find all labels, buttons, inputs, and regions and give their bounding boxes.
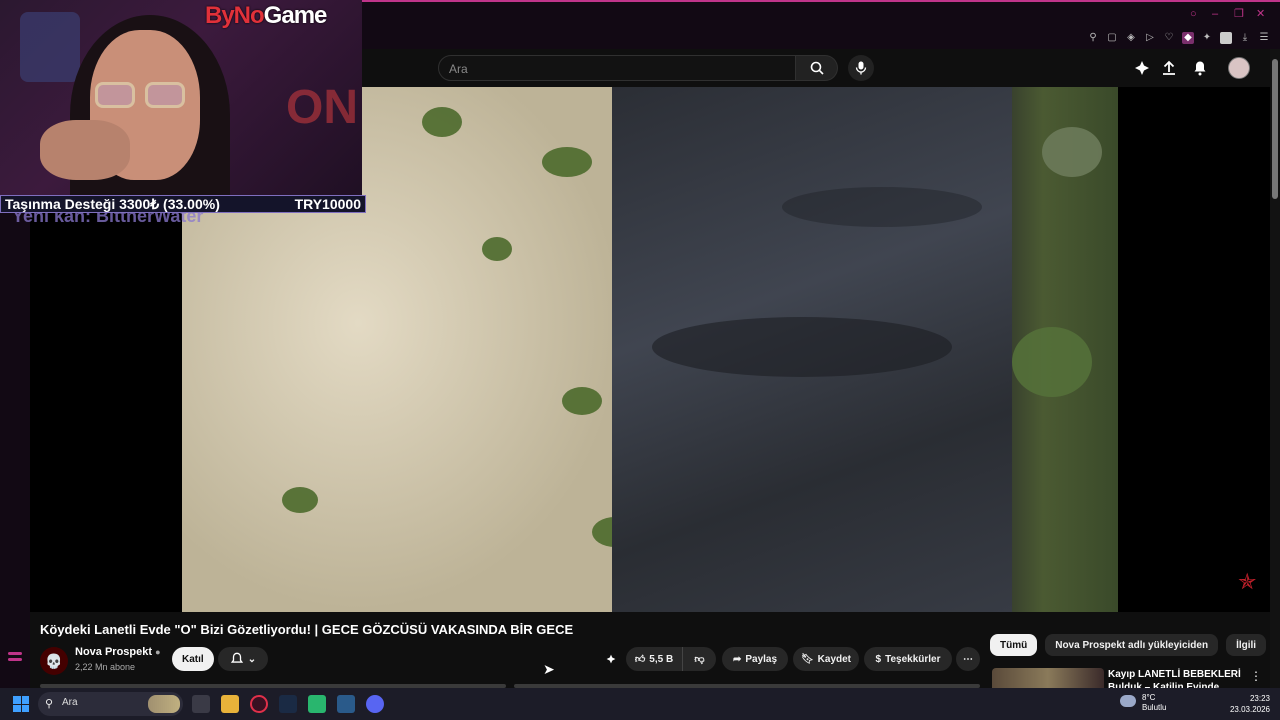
search-button[interactable] bbox=[796, 55, 838, 81]
close-icon[interactable]: ✕ bbox=[1256, 8, 1268, 20]
ask-ai-button[interactable] bbox=[596, 647, 626, 671]
chip-related[interactable]: İlgili bbox=[1226, 634, 1267, 656]
webcam-overlay: ON bbox=[0, 0, 362, 212]
sidebar-handle-icon[interactable] bbox=[8, 658, 22, 661]
search-tabs-icon[interactable]: ○ bbox=[1190, 8, 1202, 20]
system-clock[interactable]: 23:23 23.03.2026 bbox=[1222, 693, 1270, 715]
account-avatar[interactable] bbox=[1228, 57, 1250, 79]
share-icon: ➦ bbox=[732, 653, 742, 665]
taskbar-search[interactable]: ⚲ Ara bbox=[38, 692, 183, 716]
chip-all[interactable]: Tümü bbox=[990, 634, 1038, 656]
window-controls: ○ – ❐ ✕ bbox=[1190, 8, 1268, 20]
donation-bar: Taşınma Desteği 3300₺ (33.00%) TRY10000 bbox=[0, 195, 366, 213]
like-button[interactable]: 👍︎ 5,5 B bbox=[626, 647, 682, 671]
voice-search-button[interactable] bbox=[848, 55, 874, 81]
join-button[interactable]: Katıl bbox=[172, 647, 214, 671]
more-actions-button[interactable]: ⋯ bbox=[956, 647, 980, 671]
donation-text: Taşınma Desteği 3300₺ (33.00%) bbox=[5, 196, 220, 212]
android-app-icon[interactable] bbox=[308, 695, 326, 713]
cloud-icon bbox=[1120, 695, 1136, 707]
minimize-icon[interactable]: – bbox=[1212, 8, 1224, 20]
bell-icon bbox=[230, 652, 243, 663]
pin-icon[interactable]: ⚲ bbox=[1087, 32, 1099, 44]
save-button[interactable]: 🔖︎ Kaydet bbox=[793, 647, 859, 671]
profile-icon[interactable] bbox=[1220, 32, 1232, 44]
discord-icon[interactable] bbox=[366, 695, 384, 713]
pentagram-watermark-icon: ✯ bbox=[1238, 569, 1257, 594]
thanks-button[interactable]: $ Teşekkürler bbox=[864, 647, 952, 671]
bookmark-icon: 🔖︎ bbox=[800, 653, 814, 665]
mic-icon bbox=[855, 61, 867, 75]
windows-start-icon[interactable] bbox=[13, 696, 29, 712]
extensions-bar: ⚲ ▢ ◈ ▷ ♡ ◆ ✦ ⤓ ☰ bbox=[1087, 32, 1270, 44]
recommended-title[interactable]: Kayıp LANETLİ BEBEKLERİ Bulduk – Katilin… bbox=[1108, 668, 1248, 688]
shield-icon[interactable]: ◈ bbox=[1125, 32, 1137, 44]
player-icon[interactable]: ▷ bbox=[1144, 32, 1156, 44]
file-explorer-icon[interactable] bbox=[221, 695, 239, 713]
channel-avatar[interactable]: 💀 bbox=[40, 647, 68, 675]
stream-logo: ByNoGame bbox=[205, 2, 327, 29]
sparkle-icon bbox=[606, 654, 616, 664]
windows-taskbar: ⚲ Ara 8°C Bulutlu 23:23 23.03.2026 bbox=[0, 688, 1280, 720]
puzzle-icon[interactable]: ✦ bbox=[1201, 32, 1213, 44]
search-icon: ⚲ bbox=[45, 698, 54, 710]
steam-icon[interactable] bbox=[279, 695, 297, 713]
opera-gx-icon[interactable] bbox=[250, 695, 268, 713]
sidebar-handle-icon[interactable] bbox=[8, 652, 22, 655]
donation-goal: TRY10000 bbox=[294, 196, 361, 212]
thumbs-up-icon: 👍︎ bbox=[634, 654, 646, 665]
share-button[interactable]: ➦ Paylaş bbox=[722, 647, 788, 671]
dollar-icon: $ bbox=[875, 653, 882, 665]
channel-name[interactable]: Nova Prospekt ● bbox=[75, 646, 161, 658]
search-highlight-image bbox=[148, 695, 180, 713]
page-scrollbar[interactable] bbox=[1270, 49, 1280, 688]
sparkle-icon[interactable] bbox=[1133, 59, 1151, 77]
subscription-bell-button[interactable]: ⌄ bbox=[218, 647, 268, 671]
related-filter-chips: Tümü Nova Prospekt adlı yükleyiciden İlg… bbox=[990, 634, 1280, 656]
mouse-cursor: ➤ bbox=[543, 661, 555, 677]
more-icon: ⋯ bbox=[963, 653, 973, 665]
extension-icon[interactable]: ◆ bbox=[1182, 32, 1194, 44]
screen: ○ – ❐ ✕ ⚲ ▢ ◈ ▷ ♡ ◆ ✦ ⤓ ☰ Ara ✯ ON ByNoG… bbox=[0, 0, 1280, 720]
snapshot-icon[interactable]: ▢ bbox=[1106, 32, 1118, 44]
menu-icon[interactable]: ☰ bbox=[1258, 32, 1270, 44]
verified-icon: ● bbox=[155, 647, 161, 657]
notification-bell-icon[interactable] bbox=[1191, 59, 1209, 77]
more-vert-icon[interactable]: ⋮ bbox=[1250, 669, 1262, 683]
video-title: Köydeki Lanetli Evde "O" Bizi Gözetliyor… bbox=[40, 622, 574, 637]
task-view-icon[interactable] bbox=[192, 695, 210, 713]
dislike-button[interactable]: 👎︎ bbox=[682, 647, 716, 671]
search-input[interactable]: Ara bbox=[438, 55, 796, 81]
video-thumbnail[interactable] bbox=[992, 668, 1104, 688]
recommended-video[interactable]: Kayıp LANETLİ BEBEKLERİ Bulduk – Katilin… bbox=[992, 667, 1262, 688]
chevron-down-icon: ⌄ bbox=[247, 653, 257, 665]
thumbs-down-icon: 👎︎ bbox=[694, 654, 705, 665]
maximize-icon[interactable]: ❐ bbox=[1234, 8, 1246, 20]
subscriber-count: 2,22 Mn abone bbox=[75, 662, 136, 672]
heart-icon[interactable]: ♡ bbox=[1163, 32, 1175, 44]
chip-uploader[interactable]: Nova Prospekt adlı yükleyiciden bbox=[1045, 634, 1219, 656]
search-icon bbox=[810, 61, 824, 75]
download-icon[interactable]: ⤓ bbox=[1239, 32, 1251, 44]
network-app-icon[interactable] bbox=[337, 695, 355, 713]
upload-icon[interactable] bbox=[1160, 59, 1178, 77]
